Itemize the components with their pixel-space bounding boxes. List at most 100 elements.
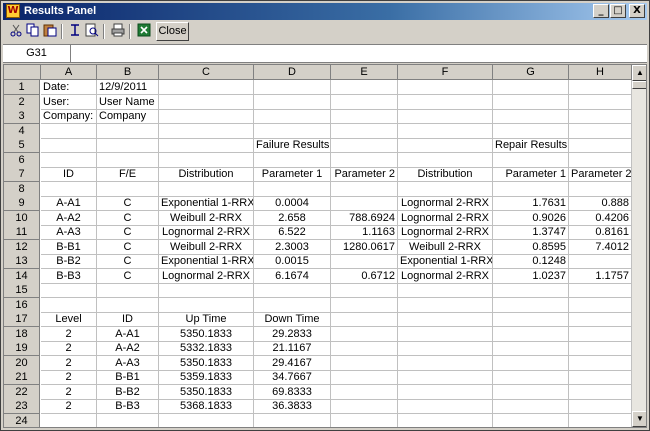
cell-e6[interactable] [331,152,398,168]
cell-f16[interactable] [398,297,493,313]
column-header-h[interactable]: H [569,65,632,80]
cell-reference-box[interactable]: G31 [3,45,71,63]
cell-h3[interactable] [569,109,632,124]
scroll-thumb[interactable] [632,81,646,89]
cell-b3[interactable]: Company [97,109,159,124]
cell-d7[interactable]: Parameter 1 [254,167,331,182]
cell-f18[interactable] [398,326,493,342]
cell-f4[interactable] [398,123,493,139]
cell-g21[interactable] [493,370,569,385]
cell-h6[interactable] [569,152,632,168]
cell-g6[interactable] [493,152,569,168]
cell-h5[interactable] [569,138,632,153]
cell-d14[interactable]: 6.1674 [254,268,331,284]
cell-e2[interactable] [331,94,398,110]
cell-c24[interactable] [159,413,254,427]
row-header[interactable]: 17 [4,312,40,327]
cell-a8[interactable] [41,181,97,197]
cell-f2[interactable] [398,94,493,110]
print-preview-icon[interactable] [83,23,100,40]
row-header[interactable]: 16 [4,297,40,313]
cell-a2[interactable]: User: [41,94,97,110]
cell-b16[interactable] [97,297,159,313]
cell-f23[interactable] [398,399,493,414]
cell-f8[interactable] [398,181,493,197]
cell-f6[interactable] [398,152,493,168]
cell-h4[interactable] [569,123,632,139]
row-header[interactable]: 1 [4,80,40,95]
cell-h12[interactable]: 7.4012 [569,239,632,255]
cell-d2[interactable] [254,94,331,110]
cell-f5[interactable] [398,138,493,153]
cell-e9[interactable] [331,196,398,211]
cell-c21[interactable]: 5359.1833 [159,370,254,385]
cell-e23[interactable] [331,399,398,414]
cell-h11[interactable]: 0.8161 [569,225,632,240]
cell-a17[interactable]: Level [41,312,97,327]
cell-h15[interactable] [569,283,632,298]
spreadsheet-grid[interactable]: ▲ ▼ A B C D E F G H 1 Date: 12/9/2011 2 User: User Na… [3,64,647,428]
cell-f3[interactable] [398,109,493,124]
cell-c2[interactable] [159,94,254,110]
cell-a21[interactable]: 2 [41,370,97,385]
cell-e10[interactable]: 788.6924 [331,210,398,226]
cell-f14[interactable]: Lognormal 2-RRX [398,268,493,284]
cell-c12[interactable]: Weibull 2-RRX [159,239,254,255]
cell-h19[interactable] [569,341,632,356]
window-close-button[interactable]: X [629,4,645,18]
cell-f7[interactable]: Distribution [398,167,493,182]
cell-b13[interactable]: C [97,254,159,269]
cell-f19[interactable] [398,341,493,356]
cell-b12[interactable]: C [97,239,159,255]
row-header[interactable]: 10 [4,210,40,226]
cell-a18[interactable]: 2 [41,326,97,342]
cell-g12[interactable]: 0.8595 [493,239,569,255]
cell-a24[interactable] [41,413,97,427]
cell-h8[interactable] [569,181,632,197]
cell-b5[interactable] [97,138,159,153]
cell-d19[interactable]: 21.1167 [254,341,331,356]
row-header[interactable]: 9 [4,196,40,211]
column-header-a[interactable]: A [41,65,97,80]
cell-d17[interactable]: Down Time [254,312,331,327]
cell-g4[interactable] [493,123,569,139]
row-header[interactable]: 21 [4,370,40,385]
row-header[interactable]: 23 [4,399,40,414]
row-header[interactable]: 8 [4,181,40,197]
cell-h2[interactable] [569,94,632,110]
cell-g5[interactable]: Repair Results [493,138,569,153]
cell-c7[interactable]: Distribution [159,167,254,182]
cell-d9[interactable]: 0.0004 [254,196,331,211]
cell-e1[interactable] [331,80,398,95]
cell-g14[interactable]: 1.0237 [493,268,569,284]
column-header-f[interactable]: F [398,65,493,80]
cell-e7[interactable]: Parameter 2 [331,167,398,182]
cell-a20[interactable]: 2 [41,355,97,371]
cell-g9[interactable]: 1.7631 [493,196,569,211]
cell-b23[interactable]: B-B3 [97,399,159,414]
cell-e11[interactable]: 1.1163 [331,225,398,240]
cell-g20[interactable] [493,355,569,371]
cell-c13[interactable]: Exponential 1-RRX [159,254,254,269]
cell-a11[interactable]: A-A3 [41,225,97,240]
cell-g11[interactable]: 1.3747 [493,225,569,240]
cell-g13[interactable]: 0.1248 [493,254,569,269]
cell-h17[interactable] [569,312,632,327]
cell-a5[interactable] [41,138,97,153]
cell-f12[interactable]: Weibull 2-RRX [398,239,493,255]
cell-c18[interactable]: 5350.1833 [159,326,254,342]
cell-b15[interactable] [97,283,159,298]
cell-a7[interactable]: ID [41,167,97,182]
excel-icon[interactable] [135,23,152,40]
formula-input[interactable] [72,45,647,63]
cell-a14[interactable]: B-B3 [41,268,97,284]
cell-c6[interactable] [159,152,254,168]
cell-c22[interactable]: 5350.1833 [159,384,254,400]
cell-g22[interactable] [493,384,569,400]
cell-e15[interactable] [331,283,398,298]
cell-d6[interactable] [254,152,331,168]
select-all-corner[interactable] [4,65,41,80]
cell-h9[interactable]: 0.888 [569,196,632,211]
cell-f13[interactable]: Exponential 1-RRX [398,254,493,269]
cell-e14[interactable]: 0.6712 [331,268,398,284]
